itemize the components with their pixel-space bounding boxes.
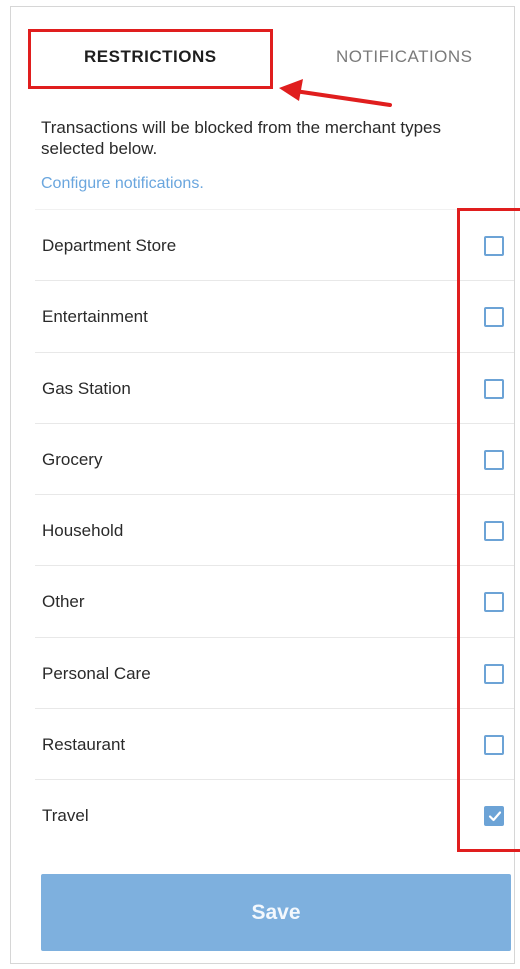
list-item-grocery[interactable]: Grocery: [35, 422, 514, 494]
merchant-type-list: Department Store Entertainment Gas Stati…: [35, 209, 514, 851]
restrictions-panel: RESTRICTIONS NOTIFICATIONS Transactions …: [10, 6, 520, 964]
merchant-type-label: Restaurant: [42, 735, 126, 755]
tab-restrictions[interactable]: RESTRICTIONS: [84, 47, 217, 67]
checkbox-household[interactable]: [484, 521, 504, 542]
list-item-gas-station[interactable]: Gas Station: [35, 351, 514, 423]
checkbox-travel[interactable]: [484, 806, 504, 827]
list-item-household[interactable]: Household: [35, 494, 514, 565]
configure-notifications-link[interactable]: Configure notifications.: [41, 175, 204, 193]
restrictions-description: Transactions will be blocked from the me…: [41, 118, 441, 158]
merchant-type-label: Entertainment: [42, 307, 148, 327]
save-button[interactable]: Save: [41, 874, 511, 951]
merchant-type-label: Gas Station: [42, 378, 131, 398]
checkbox-restaurant[interactable]: [484, 735, 504, 756]
merchant-type-label: Department Store: [42, 236, 177, 255]
tab-bar: RESTRICTIONS NOTIFICATIONS: [11, 7, 514, 107]
arrow-left-icon: [279, 79, 392, 107]
list-item-restaurant[interactable]: Restaurant: [35, 708, 514, 779]
merchant-type-label: Travel: [42, 806, 89, 826]
list-item-personal-care[interactable]: Personal Care: [35, 636, 514, 708]
merchant-type-label: Grocery: [42, 449, 103, 469]
list-item-travel[interactable]: Travel: [35, 779, 514, 850]
checkbox-personal-care[interactable]: [484, 663, 504, 684]
checkbox-gas-station[interactable]: [484, 378, 504, 399]
checkbox-other[interactable]: [484, 592, 504, 613]
checkbox-department-store[interactable]: [484, 236, 504, 256]
checkbox-grocery[interactable]: [484, 449, 504, 470]
merchant-type-label: Household: [42, 521, 124, 541]
merchant-type-label: Personal Care: [42, 663, 151, 683]
check-icon: [488, 811, 502, 822]
list-item-department-store[interactable]: Department Store: [35, 209, 514, 280]
list-item-other[interactable]: Other: [35, 565, 514, 636]
merchant-type-label: Other: [42, 592, 85, 612]
list-item-entertainment[interactable]: Entertainment: [35, 280, 514, 351]
tab-notifications[interactable]: NOTIFICATIONS: [336, 47, 473, 67]
checkbox-entertainment[interactable]: [484, 307, 504, 328]
